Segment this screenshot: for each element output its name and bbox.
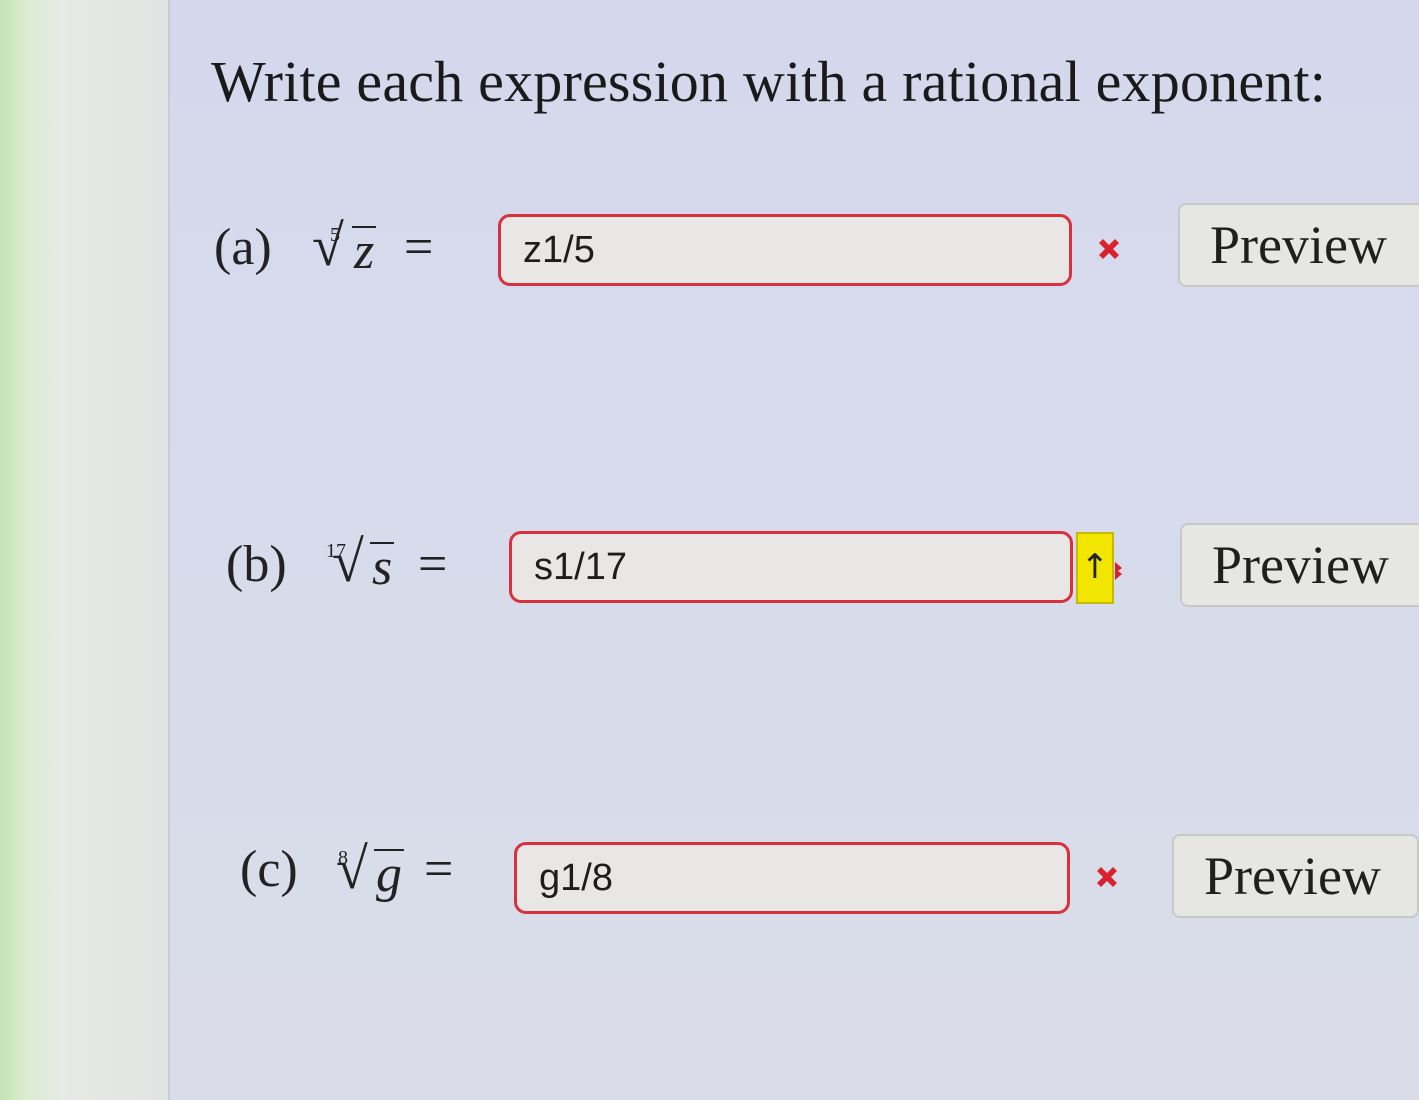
part-c-preview-button[interactable]: Preview — [1172, 834, 1419, 918]
part-b-radicand: s — [370, 539, 395, 596]
x-icon — [1097, 867, 1117, 887]
screen: Write each expression with a rational ex… — [0, 0, 1419, 1100]
part-c-radicand: g — [374, 846, 404, 903]
part-a-equals: = — [404, 219, 434, 276]
part-b-label: (b) — [226, 536, 287, 593]
part-c-equals: = — [424, 841, 454, 898]
part-b-preview-button[interactable]: Preview — [1180, 523, 1419, 607]
part-a-radical: 5 √ z — [312, 213, 377, 280]
part-c-radical: 8 √ g — [336, 836, 404, 903]
up-arrow-icon[interactable]: ↑ — [1076, 532, 1114, 604]
part-c-answer-input[interactable]: g1/8 — [514, 842, 1070, 914]
part-a-label: (a) — [214, 219, 272, 276]
left-margin — [0, 0, 170, 1100]
part-b-radical: 17 √ s — [326, 529, 395, 596]
part-a-radicand: z — [352, 223, 377, 280]
part-b-equals: = — [418, 536, 448, 593]
cursor-fragment-icon — [1115, 562, 1122, 580]
part-a-answer-input[interactable]: z1/5 — [498, 214, 1072, 286]
problem-title: Write each expression with a rational ex… — [211, 49, 1327, 114]
part-b-answer-input[interactable]: s1/17 — [509, 531, 1073, 603]
part-c-label: (c) — [240, 841, 298, 898]
x-icon — [1099, 239, 1119, 259]
part-a-preview-button[interactable]: Preview — [1178, 203, 1419, 287]
